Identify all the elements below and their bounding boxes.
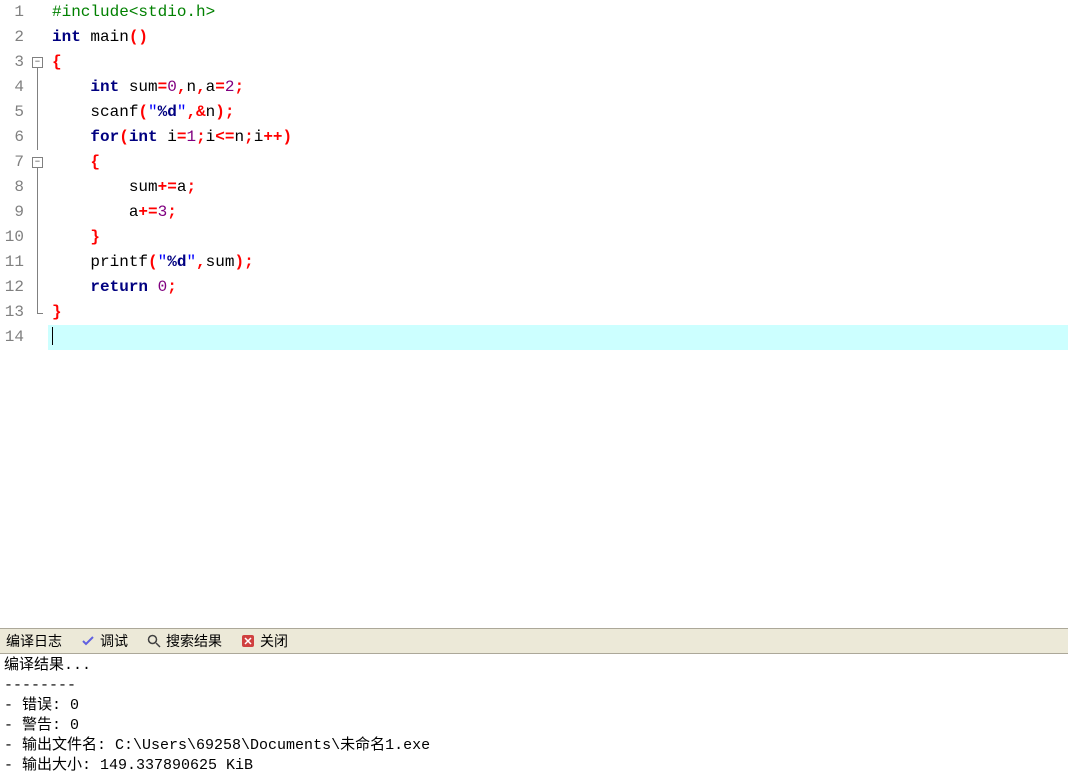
close-icon <box>240 633 256 649</box>
compile-log-label: 编译日志 <box>6 631 62 651</box>
fold-column[interactable]: −− <box>30 0 48 628</box>
line-number-gutter: 1234567891011121314 <box>0 0 30 628</box>
line-number: 2 <box>4 25 24 50</box>
text-cursor <box>52 327 53 345</box>
code-line[interactable]: for(int i=1;i<=n;i++) <box>48 125 1068 150</box>
line-number: 4 <box>4 75 24 100</box>
code-line[interactable]: return 0; <box>48 275 1068 300</box>
compile-output-panel[interactable]: 编译结果... -------- - 错误: 0 - 警告: 0 - 输出文件名… <box>0 654 1068 774</box>
line-number: 5 <box>4 100 24 125</box>
tab-search-results[interactable]: 搜索结果 <box>140 629 228 653</box>
code-line[interactable] <box>48 325 1068 350</box>
line-number: 10 <box>4 225 24 250</box>
code-line[interactable]: sum+=a; <box>48 175 1068 200</box>
line-number: 11 <box>4 250 24 275</box>
tab-close[interactable]: 关闭 <box>234 629 294 653</box>
bottom-panel-tabs: 编译日志 调试 搜索结果 关闭 <box>0 628 1068 654</box>
line-number: 8 <box>4 175 24 200</box>
code-line[interactable]: #include<stdio.h> <box>48 0 1068 25</box>
code-line[interactable]: } <box>48 225 1068 250</box>
code-content[interactable]: #include<stdio.h>int main(){ int sum=0,n… <box>48 0 1068 628</box>
line-number: 14 <box>4 325 24 350</box>
output-size-line: - 输出大小: 149.337890625 KiB <box>4 756 1064 774</box>
code-line[interactable]: printf("%d",sum); <box>48 250 1068 275</box>
close-label: 关闭 <box>260 631 288 651</box>
search-results-label: 搜索结果 <box>166 631 222 651</box>
code-line[interactable]: scanf("%d",&n); <box>48 100 1068 125</box>
tab-debug[interactable]: 调试 <box>74 629 134 653</box>
debug-label: 调试 <box>100 631 128 651</box>
code-line[interactable]: } <box>48 300 1068 325</box>
line-number: 12 <box>4 275 24 300</box>
code-line[interactable]: int main() <box>48 25 1068 50</box>
code-line[interactable]: a+=3; <box>48 200 1068 225</box>
code-line[interactable]: { <box>48 50 1068 75</box>
output-title: 编译结果... <box>4 656 1064 676</box>
fold-toggle-icon[interactable]: − <box>32 157 43 168</box>
code-line[interactable]: { <box>48 150 1068 175</box>
code-line[interactable]: int sum=0,n,a=2; <box>48 75 1068 100</box>
line-number: 6 <box>4 125 24 150</box>
check-icon <box>80 633 96 649</box>
search-icon <box>146 633 162 649</box>
output-file-line: - 输出文件名: C:\Users\69258\Documents\未命名1.e… <box>4 736 1064 756</box>
line-number: 13 <box>4 300 24 325</box>
output-warnings-line: - 警告: 0 <box>4 716 1064 736</box>
code-editor[interactable]: 1234567891011121314 −− #include<stdio.h>… <box>0 0 1068 628</box>
line-number: 1 <box>4 0 24 25</box>
fold-toggle-icon[interactable]: − <box>32 57 43 68</box>
output-errors-line: - 错误: 0 <box>4 696 1064 716</box>
tab-compile-log[interactable]: 编译日志 <box>0 629 68 653</box>
line-number: 9 <box>4 200 24 225</box>
line-number: 7 <box>4 150 24 175</box>
output-separator: -------- <box>4 676 1064 696</box>
line-number: 3 <box>4 50 24 75</box>
